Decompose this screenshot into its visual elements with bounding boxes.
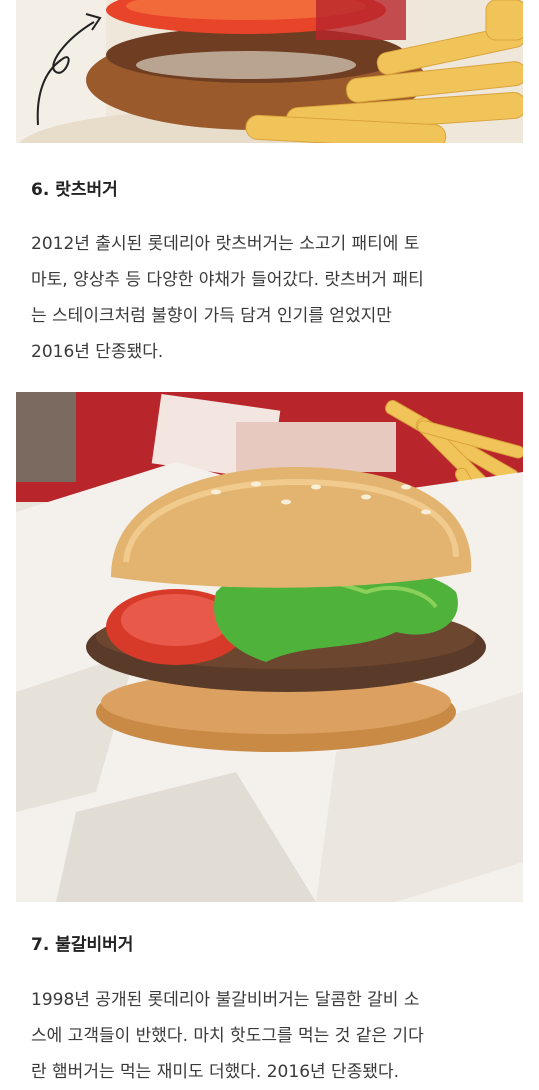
section-body-ratz-burger: 2012년 출시된 롯데리아 랏츠버거는 소고기 패티에 토 마토, 양상추 등… — [31, 226, 527, 370]
ratz-burger-illustration — [16, 392, 523, 902]
section-heading-ratz-burger: 6. 랏츠버거 — [31, 180, 118, 200]
section-body-bulgalbi-burger: 1998년 공개된 롯데리아 불갈비버거는 달콤한 갈비 소 스에 고객들이 반… — [31, 982, 527, 1090]
section-heading-bulgalbi-burger: 7. 불갈비버거 — [31, 935, 134, 955]
burger-photo-top — [16, 0, 523, 143]
body-line: 마토, 양상추 등 다양한 야채가 들어갔다. 랏츠버거 패티 — [31, 270, 424, 290]
body-line: 2012년 출시된 롯데리아 랏츠버거는 소고기 패티에 토 — [31, 234, 420, 254]
body-line: 는 스테이크처럼 불향이 가득 담겨 인기를 얻었지만 — [31, 306, 392, 326]
burger-fries-illustration — [16, 0, 523, 143]
body-line: 2016년 단종됐다. — [31, 342, 164, 362]
body-line: 1998년 공개된 롯데리아 불갈비버거는 달콤한 갈비 소 — [31, 990, 420, 1010]
body-line: 란 햄버거는 먹는 재미도 더했다. 2016년 단종됐다. — [31, 1062, 400, 1082]
body-line: 스에 고객들이 반했다. 마치 핫도그를 먹는 것 같은 기다 — [31, 1026, 424, 1046]
ratz-burger-photo — [16, 392, 523, 902]
